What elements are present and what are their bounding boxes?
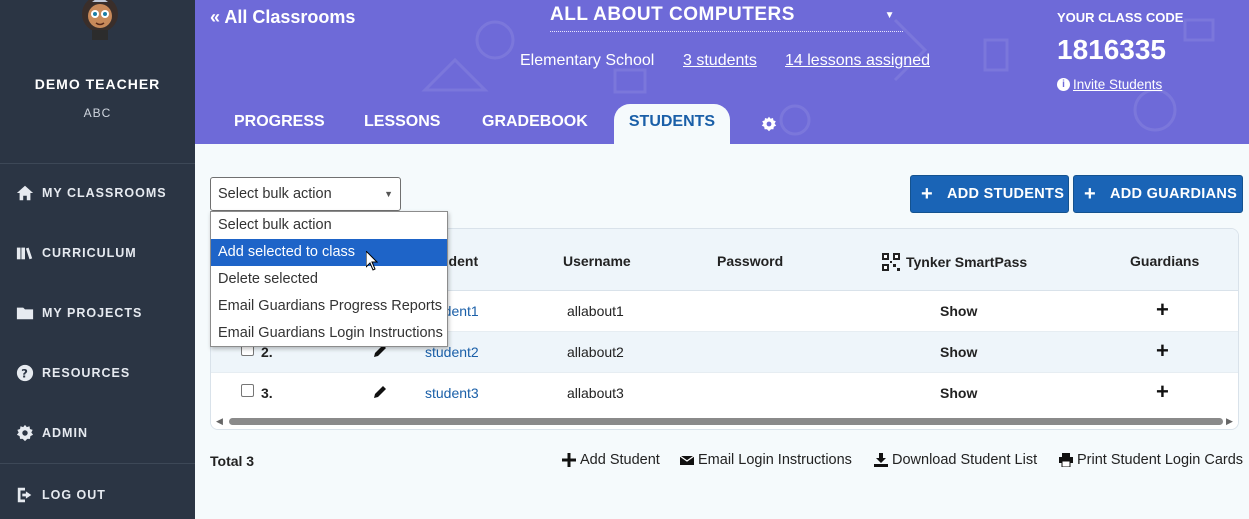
total-count: Total 3 [210,453,255,469]
print-cards-label: Print Student Login Cards [1077,452,1244,468]
add-guardians-button[interactable]: + ADD GUARDIANS [1073,175,1243,213]
col-password[interactable]: Password [717,253,783,269]
smartpass-show-link[interactable]: Show [940,344,977,360]
teacher-avatar[interactable] [80,0,120,40]
col-username[interactable]: Username [563,253,631,269]
add-guardians-label: ADD GUARDIANS [1109,186,1238,202]
smartpass-show-link[interactable]: Show [940,303,977,319]
student-link[interactable]: student3 [425,385,479,401]
class-select-value: ALL ABOUT COMPUTERS [550,4,795,25]
folder-icon [16,307,34,320]
plus-icon: + [921,182,933,205]
class-header: « All Classrooms ALL ABOUT COMPUTERS ▼ E… [195,0,1249,144]
invite-students-label: Invite Students [1073,77,1163,92]
envelope-icon [680,455,694,465]
tab-gradebook[interactable]: GRADEBOOK [482,104,588,144]
students-count-link[interactable]: 3 students [683,52,757,70]
scroll-right-icon[interactable]: ▶ [1226,416,1233,427]
horizontal-scrollbar[interactable]: ◀ ▶ [211,413,1238,429]
bulk-option-add-to-class[interactable]: Add selected to class [211,239,447,266]
bulk-option-email-login[interactable]: Email Guardians Login Instructions [211,320,447,347]
email-login-label: Email Login Instructions [698,452,852,468]
username-cell: allabout2 [567,344,624,360]
logout-icon [17,487,32,503]
add-guardian-plus-icon[interactable]: + [1156,340,1169,362]
sidebar-item-resources[interactable]: ? RESOURCES [16,361,130,385]
class-select[interactable]: ALL ABOUT COMPUTERS ▼ [550,4,903,32]
add-student-label: Add Student [580,452,660,468]
col-guardians[interactable]: Guardians [1130,253,1199,269]
scroll-left-icon[interactable]: ◀ [216,416,223,427]
app-window: DEMO TEACHER ABC MY CLASSROOMS CURRICULU… [0,0,1249,519]
scrollbar-thumb[interactable] [229,418,1223,425]
bulk-action-dropdown: Select bulk action Add selected to class… [210,211,448,347]
add-students-label: ADD STUDENTS [946,186,1065,202]
col-smartpass[interactable]: Tynker SmartPass [882,253,1027,271]
teacher-subtitle: ABC [83,106,112,120]
sidebar-item-label: CURRICULUM [42,246,137,260]
sidebar-item-label: ADMIN [42,426,88,440]
sidebar-item-label: RESOURCES [42,366,131,380]
pencil-edit-icon[interactable] [373,385,387,399]
row-number: 3. [261,385,273,401]
class-code-value: 1816335 [1057,34,1167,65]
caret-down-icon: ▼ [384,189,393,199]
home-icon [16,185,34,201]
plus-icon [562,453,576,467]
sidebar-item-my-classrooms[interactable]: MY CLASSROOMS [16,181,167,205]
qr-code-icon [882,253,900,271]
sidebar-item-logout[interactable]: LOG OUT [16,483,106,507]
settings-gear-icon[interactable] [761,116,777,132]
back-all-classrooms-link[interactable]: « All Classrooms [210,7,355,28]
smartpass-show-link[interactable]: Show [940,385,977,401]
printer-icon [1059,453,1073,467]
sidebar-divider [0,463,195,464]
add-guardian-plus-icon[interactable]: + [1156,299,1169,321]
sidebar-item-my-projects[interactable]: MY PROJECTS [16,301,142,325]
col-smartpass-label: Tynker SmartPass [906,254,1028,270]
plus-icon: + [1084,182,1096,205]
print-login-cards-link[interactable]: Print Student Login Cards [1059,452,1243,468]
sidebar-item-label: MY PROJECTS [42,306,143,320]
sidebar-item-admin[interactable]: ADMIN [16,421,88,445]
gear-icon [16,424,34,442]
help-icon: ? [16,364,34,382]
bulk-option-select[interactable]: Select bulk action [211,212,447,239]
add-students-button[interactable]: + ADD STUDENTS [910,175,1069,213]
bulk-option-delete[interactable]: Delete selected [211,266,447,293]
sidebar-item-curriculum[interactable]: CURRICULUM [16,241,137,265]
sidebar-divider [0,163,195,164]
add-guardian-plus-icon[interactable]: + [1156,381,1169,403]
email-login-instructions-link[interactable]: Email Login Instructions [680,452,852,468]
caret-down-icon: ▼ [884,10,895,21]
sidebar-item-label: LOG OUT [42,488,106,502]
bulk-option-email-progress[interactable]: Email Guardians Progress Reports [211,293,447,320]
username-cell: allabout1 [567,303,624,319]
class-code-label: YOUR CLASS CODE [1057,10,1184,25]
add-student-link[interactable]: Add Student [562,452,660,468]
teacher-name: DEMO TEACHER [34,76,161,92]
tab-students[interactable]: STUDENTS [614,104,730,144]
download-list-label: Download Student List [892,452,1038,468]
download-student-list-link[interactable]: Download Student List [874,452,1037,468]
table-row: 3. student3 allabout3 Show + [211,373,1238,414]
row-checkbox[interactable] [241,384,254,397]
lessons-assigned-link[interactable]: 14 lessons assigned [785,52,930,70]
username-cell: allabout3 [567,385,624,401]
info-icon: i [1057,78,1070,91]
download-icon [874,453,888,467]
bulk-action-select[interactable]: Select bulk action ▼ [210,177,401,211]
svg-text:?: ? [21,367,29,381]
tab-progress[interactable]: PROGRESS [234,104,325,144]
school-level: Elementary School [520,52,655,69]
sidebar-item-label: MY CLASSROOMS [42,186,167,200]
invite-students-link[interactable]: i Invite Students [1057,77,1162,92]
sidebar: DEMO TEACHER ABC MY CLASSROOMS CURRICULU… [0,0,195,519]
mouse-cursor-icon [366,251,378,271]
bulk-action-value: Select bulk action [218,186,332,202]
books-icon [16,247,33,260]
tab-lessons[interactable]: LESSONS [364,104,440,144]
